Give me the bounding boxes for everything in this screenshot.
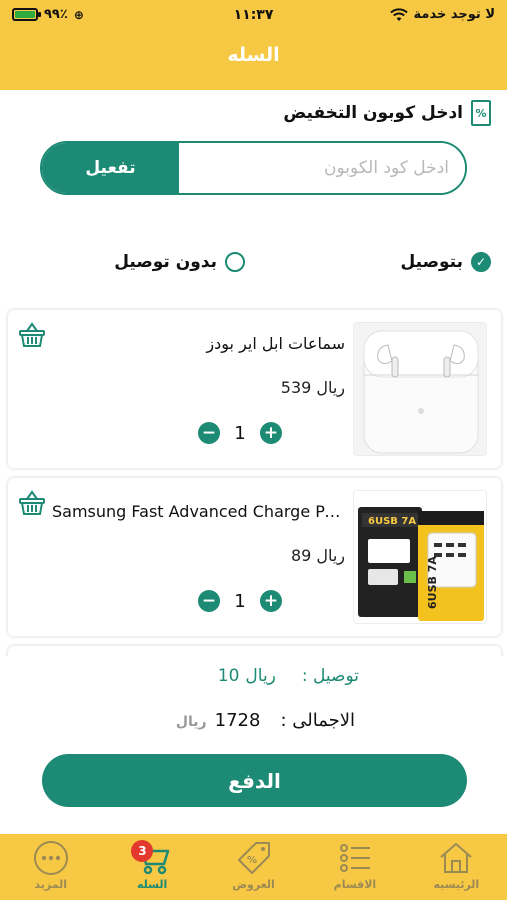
check-icon: ✓ <box>471 252 491 272</box>
order-summary: توصيل : ريال 10 الاجمالى : 1728 ريال الد… <box>0 656 507 834</box>
cart-item: 6USB 7A 6USB 7A Samsung Fast Advanced Ch… <box>8 478 501 636</box>
total-value: 1728 ريال <box>176 710 261 731</box>
price-currency: ريال <box>316 546 345 565</box>
quantity-stepper: − 1 + <box>198 422 282 444</box>
coupon-code-input[interactable] <box>179 143 465 193</box>
quantity-value: 1 <box>234 422 246 444</box>
svg-text:6USB 7A: 6USB 7A <box>368 516 416 527</box>
remove-basket-icon[interactable] <box>18 490 46 516</box>
tab-cart[interactable]: 3 السله <box>101 834 202 900</box>
tab-more[interactable]: المزيد <box>0 834 101 900</box>
product-image-charger: 6USB 7A 6USB 7A <box>353 490 487 624</box>
pay-button[interactable]: الدفع <box>42 754 467 807</box>
tab-offers-label: العروض <box>232 878 275 891</box>
total-row: الاجمالى : 1728 ريال <box>176 710 355 731</box>
coupon-label-row: % ادخل كوبون التخفيض <box>283 100 491 126</box>
svg-text:%: % <box>247 855 257 866</box>
quantity-value: 1 <box>234 590 246 612</box>
delivery-fee-row: توصيل : ريال 10 <box>218 666 359 686</box>
cart-items-list: سماعات ابل اير بودز ريال 539 − 1 + 6USB … <box>0 306 507 656</box>
delivery-fee-value: ريال 10 <box>218 666 276 686</box>
home-icon <box>440 843 472 873</box>
tab-cart-label: السله <box>136 878 168 891</box>
price-currency: ريال <box>316 378 345 397</box>
offers-tag-icon: % <box>237 842 270 874</box>
product-price: ريال 539 <box>281 378 345 397</box>
decrease-quantity-button[interactable]: − <box>198 590 220 612</box>
wifi-icon <box>389 7 408 21</box>
product-name: سماعات ابل اير بودز <box>206 334 345 353</box>
delivery-option-without-label: بدون توصيل <box>114 252 217 272</box>
quantity-stepper: − 1 + <box>198 590 282 612</box>
cart-screen: ٩٩٪ ⊕ ١١:٣٧ لا توجد خدمة السله % ادخل كو… <box>0 0 507 900</box>
categories-list-icon <box>339 844 370 872</box>
svg-text:6USB 7A: 6USB 7A <box>426 556 439 609</box>
remove-basket-icon[interactable] <box>18 322 46 348</box>
tab-more-label: المزيد <box>34 878 67 891</box>
page-title: السله <box>227 44 280 66</box>
radio-empty-icon <box>225 252 245 272</box>
tab-categories[interactable]: الاقسام <box>304 834 405 900</box>
tab-home-label: الرئيسيه <box>433 878 480 891</box>
product-image-airpods <box>353 322 487 456</box>
delivery-fee-currency: ريال <box>245 666 276 686</box>
total-currency: ريال <box>175 714 207 730</box>
delivery-fee-amount: 10 <box>217 666 240 686</box>
cart-item-partial <box>8 646 501 656</box>
increase-quantity-button[interactable]: + <box>260 590 282 612</box>
total-label: الاجمالى : <box>280 710 355 731</box>
total-amount: 1728 <box>214 710 261 731</box>
activate-coupon-button[interactable]: تفعيل <box>42 143 179 193</box>
coupon-label: ادخل كوبون التخفيض <box>283 103 463 123</box>
decrease-quantity-button[interactable]: − <box>198 422 220 444</box>
increase-quantity-button[interactable]: + <box>260 422 282 444</box>
delivery-option-with[interactable]: ✓ بتوصيل <box>400 252 491 272</box>
tab-home[interactable]: الرئيسيه <box>406 834 507 900</box>
cart-item: سماعات ابل اير بودز ريال 539 − 1 + <box>8 310 501 468</box>
tab-offers[interactable]: % العروض <box>203 834 304 900</box>
product-price: ريال 89 <box>291 546 345 565</box>
price-value: 539 <box>280 378 312 397</box>
bottom-tab-bar: المزيد 3 السله % العروض الاقسام الرئيسيه <box>0 834 507 900</box>
delivery-option-without[interactable]: بدون توصيل <box>114 252 245 272</box>
tab-categories-label: الاقسام <box>333 878 377 891</box>
product-name: Samsung Fast Advanced Charge Po... <box>52 502 348 521</box>
more-dots-icon <box>33 841 68 875</box>
price-value: 89 <box>290 546 312 565</box>
delivery-fee-label: توصيل : <box>301 666 359 686</box>
status-bar: ٩٩٪ ⊕ ١١:٣٧ لا توجد خدمة <box>0 0 507 30</box>
top-header-bar: ٩٩٪ ⊕ ١١:٣٧ لا توجد خدمة السله <box>0 0 507 90</box>
delivery-option-with-label: بتوصيل <box>400 252 463 272</box>
coupon-form: تفعيل <box>40 141 467 195</box>
discount-tag-icon: % <box>471 100 491 126</box>
status-right: لا توجد خدمة <box>389 7 495 22</box>
carrier-text: لا توجد خدمة <box>413 7 495 22</box>
